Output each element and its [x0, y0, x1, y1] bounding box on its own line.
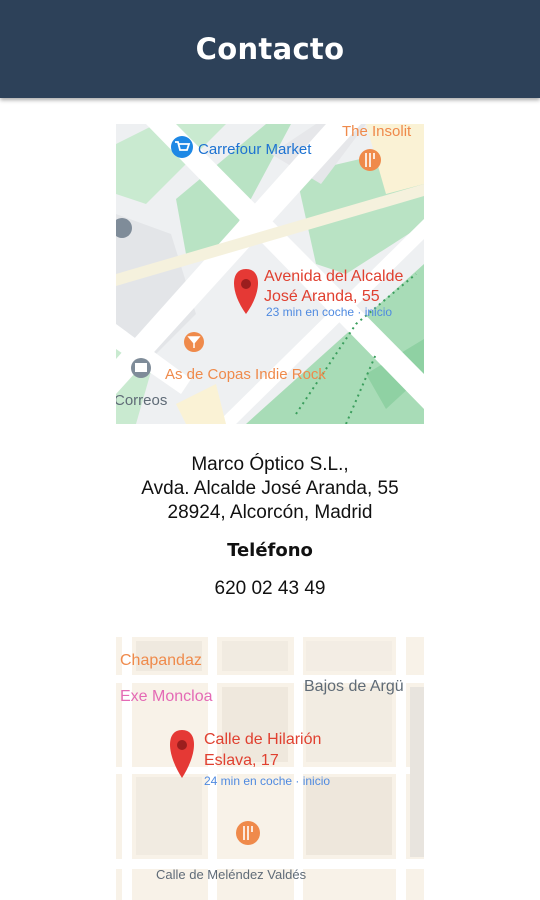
- eta-label: 23 min en coche · inicio: [266, 305, 392, 319]
- phone-heading: Teléfono: [227, 540, 313, 561]
- location-map-moncloa[interactable]: Chapandaz Exe Moncloa Bajos de Argü Call…: [116, 627, 424, 900]
- poi-chapandaz-label: Chapandaz: [120, 652, 202, 669]
- map-moncloa-canvas: Chapandaz Exe Moncloa Bajos de Argü Call…: [116, 627, 424, 900]
- street-label: Calle de Meléndez Valdés: [156, 867, 307, 882]
- eta-label-2: 24 min en coche · inicio: [204, 774, 330, 788]
- shopping-cart-icon: [171, 136, 193, 158]
- destination-line2: José Aranda, 55: [264, 288, 380, 305]
- destination2-line1: Calle de Hilarión: [204, 731, 321, 748]
- page-title: Contacto: [195, 32, 345, 66]
- restaurant-icon-2: [236, 821, 260, 845]
- company-name: Marco Óptico S.L.,: [191, 454, 349, 475]
- poi-correos-label: Correos: [116, 392, 167, 409]
- poi-exe-label: Exe Moncloa: [120, 688, 213, 705]
- poi-bajos-label: Bajos de Argü: [304, 678, 404, 695]
- destination2-line2: Eslava, 17: [204, 752, 279, 769]
- poi-insolit-label: The Insolit: [342, 124, 412, 140]
- bar-icon: [184, 332, 204, 352]
- map-alcorcon-canvas: Carrefour Market The Insolit Avenida del…: [116, 124, 424, 424]
- destination-line1: Avenida del Alcalde: [264, 268, 403, 285]
- company-address: Marco Óptico S.L., Avda. Alcalde José Ar…: [0, 453, 540, 525]
- app-header: Contacto: [0, 0, 540, 98]
- phone-number[interactable]: 620 02 43 49: [0, 577, 540, 601]
- location-map-alcorcon[interactable]: Carrefour Market The Insolit Avenida del…: [116, 124, 424, 424]
- mail-icon: [131, 358, 151, 378]
- poi-bar-label: As de Copas Indie Rock: [165, 366, 326, 383]
- restaurant-icon: [359, 149, 381, 171]
- poi-carrefour-label: Carrefour Market: [198, 141, 312, 158]
- city-address: 28924, Alcorcón, Madrid: [167, 502, 373, 523]
- street-address: Avda. Alcalde José Aranda, 55: [141, 478, 399, 499]
